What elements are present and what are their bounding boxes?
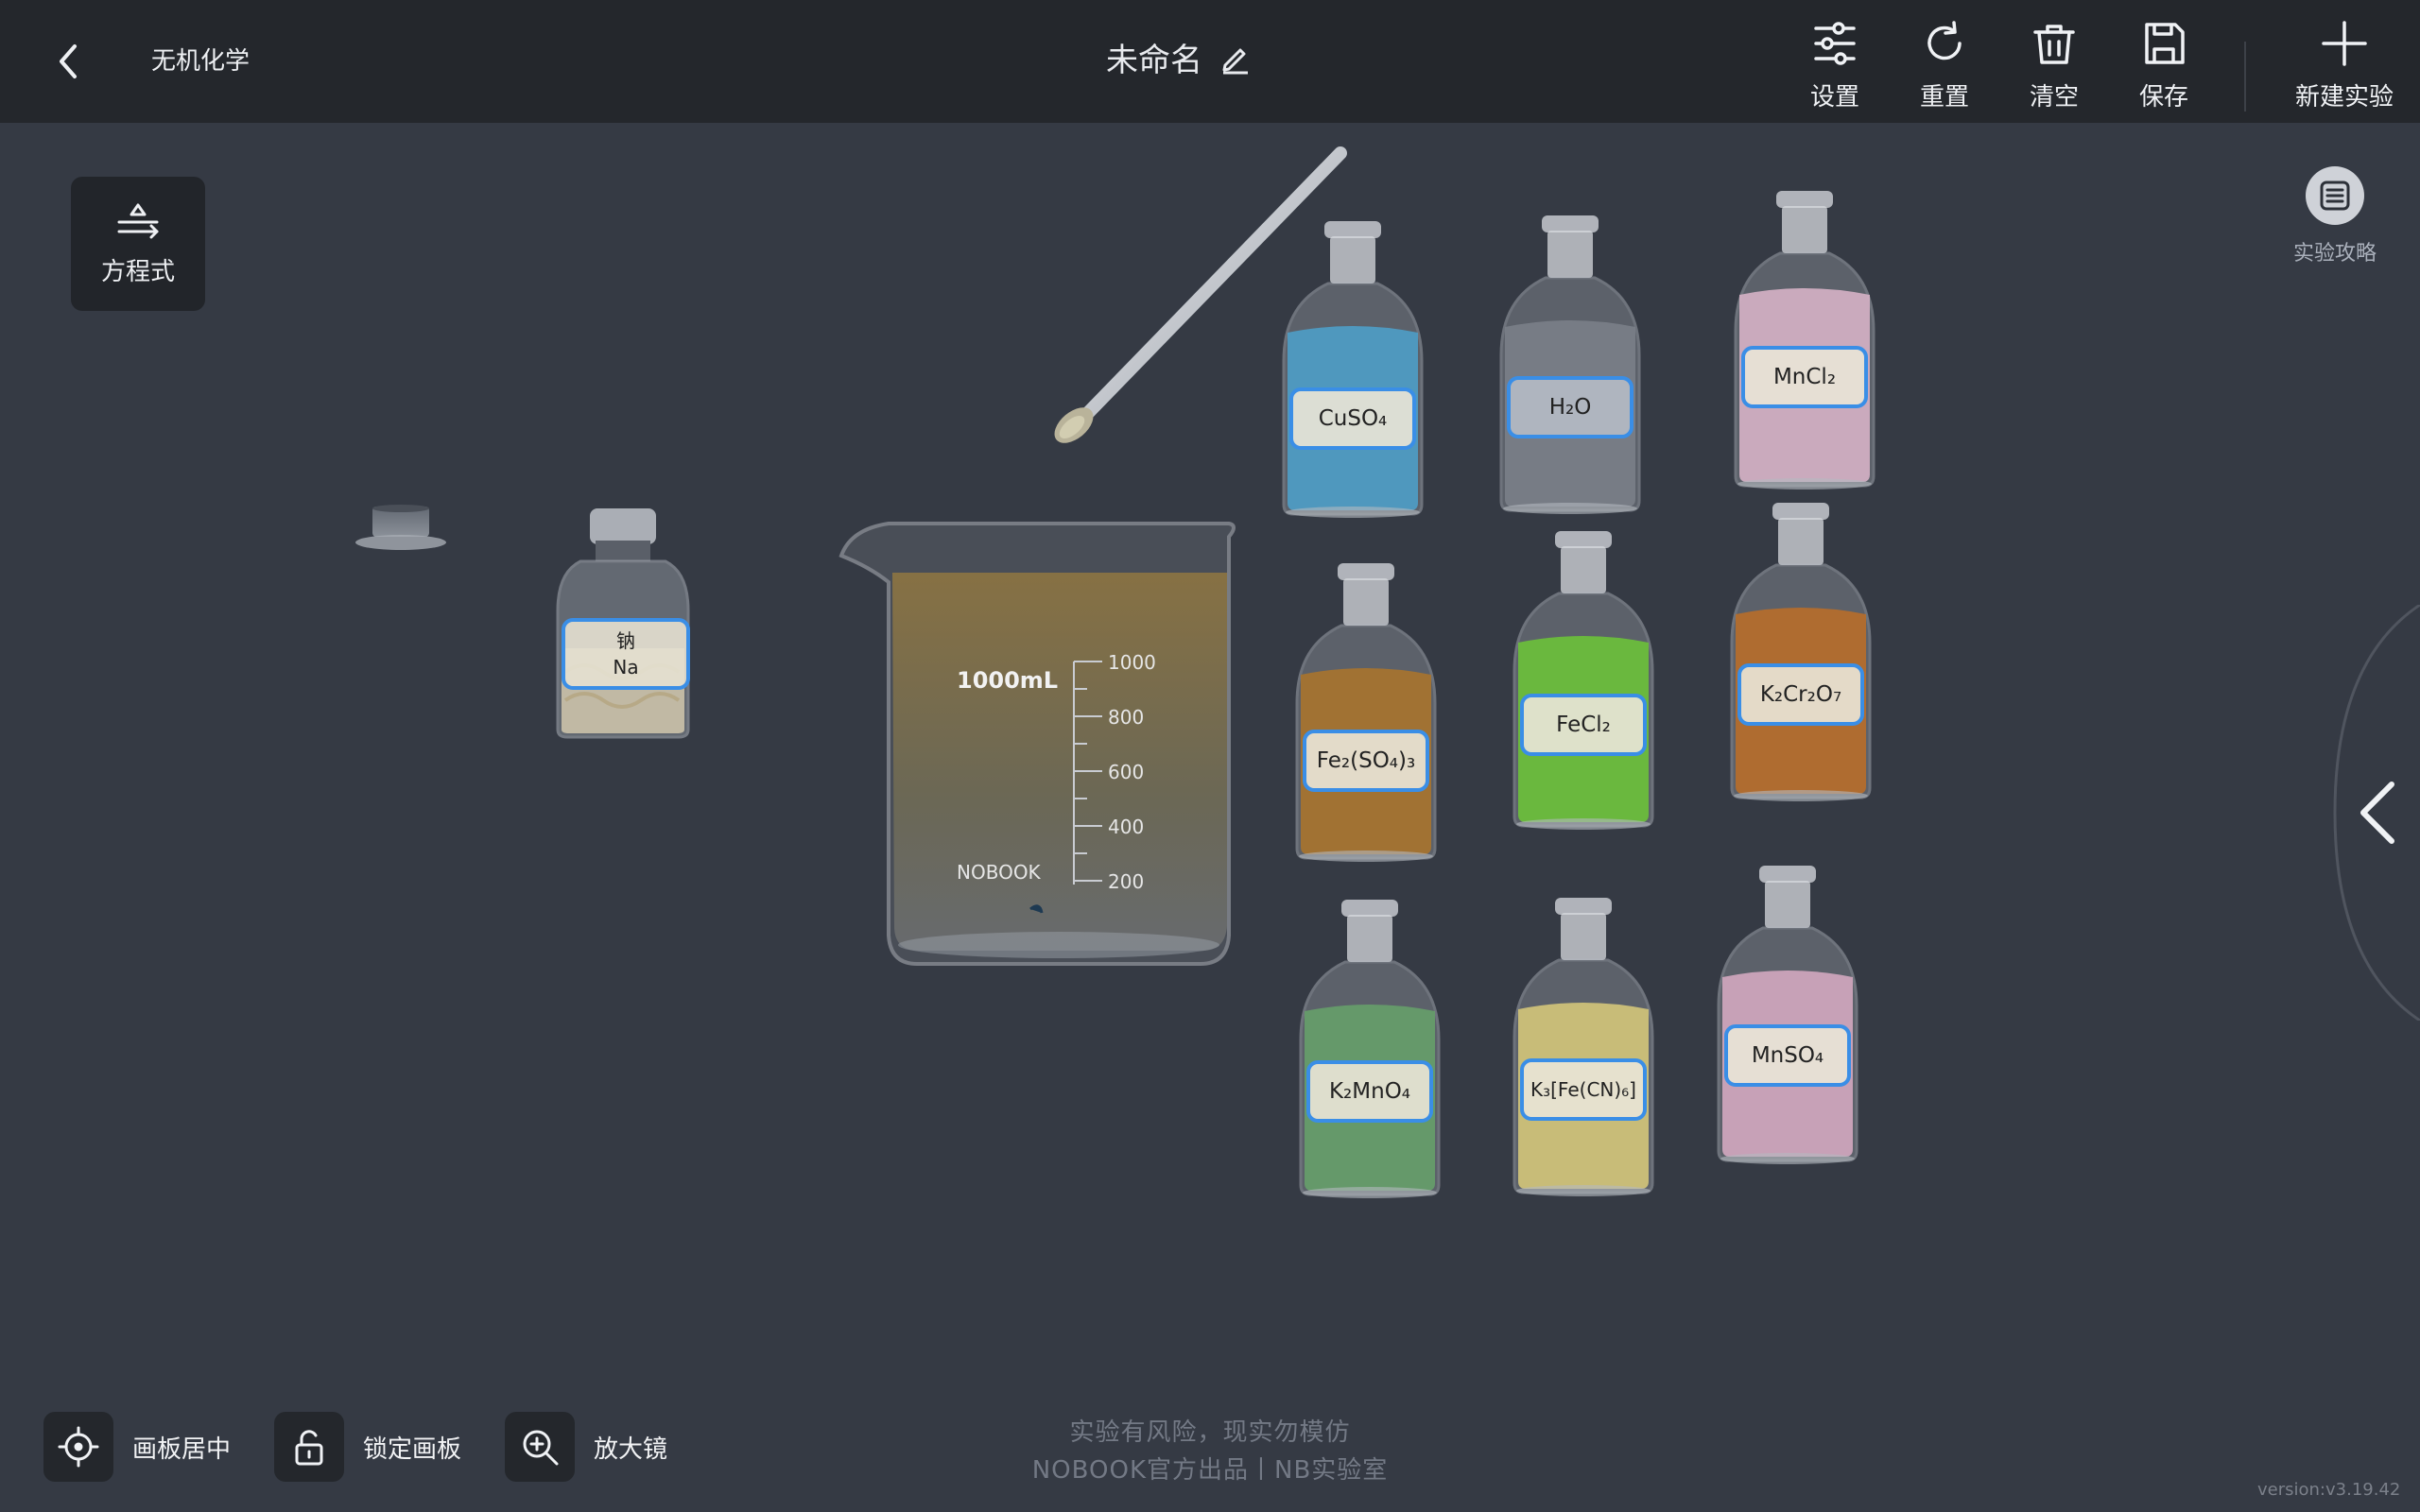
center-canvas-label: 画板居中 <box>132 1435 232 1464</box>
lock-canvas-label: 锁定画板 <box>363 1435 462 1464</box>
floppy-disk-icon <box>2145 23 2185 64</box>
water-bottle[interactable]: H₂O <box>1495 214 1645 514</box>
equation-button[interactable]: 方程式 <box>71 177 205 311</box>
magnifier-label: 放大镜 <box>594 1435 668 1464</box>
list-icon <box>2320 180 2350 211</box>
toolbar-divider <box>2244 42 2246 112</box>
document-title[interactable]: 未命名 <box>1106 34 1252 80</box>
equation-label: 方程式 <box>100 257 175 286</box>
k2mno4-bottle[interactable]: K₂MnO₄ <box>1295 898 1444 1198</box>
refresh-icon <box>1927 21 1962 60</box>
reset-button[interactable]: 重置 <box>1893 15 1996 113</box>
top-bar: 无机化学 未命名 设置 重置 清空 保存 新建实验 <box>0 0 2420 123</box>
plus-icon <box>2322 21 2367 66</box>
new-experiment-button[interactable]: 新建实验 <box>2288 15 2401 113</box>
back-button[interactable] <box>38 28 98 94</box>
chevron-left-icon <box>2360 782 2394 844</box>
beaker-tick-1000: 1000 <box>1108 651 1156 674</box>
guide-label: 实验攻略 <box>2292 242 2377 266</box>
footer-disclaimer: 实验有风险，现实勿模仿 NOBOOK官方出品丨NB实验室 <box>945 1414 1475 1489</box>
k3fecn6-bottle[interactable]: K₃[Fe(CN)₆] <box>1509 896 1658 1196</box>
guide-circle <box>2306 166 2364 225</box>
lock-canvas-button[interactable]: 锁定画板 <box>274 1412 461 1482</box>
equation-icon <box>117 203 159 238</box>
beaker-brand: NOBOOK <box>957 861 1042 884</box>
document-title-text: 未命名 <box>1106 42 1202 79</box>
settings-button[interactable]: 设置 <box>1783 15 1887 113</box>
beaker-tick-800: 800 <box>1108 706 1144 729</box>
experiment-guide-button[interactable]: 实验攻略 <box>2286 166 2384 270</box>
crosshair-icon <box>43 1412 113 1482</box>
mncl2-bottle[interactable]: MnCl₂ <box>1730 189 1879 490</box>
chevron-left-icon <box>60 44 77 78</box>
pencil-icon <box>1222 48 1248 74</box>
watch-glass[interactable] <box>352 501 450 558</box>
clear-label: 清空 <box>2029 83 2079 112</box>
beaker-1000ml[interactable]: 1000mL NOBOOK 1000 800 600 400 200 <box>832 501 1248 973</box>
equipment-drawer-handle[interactable] <box>2325 603 2420 1022</box>
clear-button[interactable]: 清空 <box>2002 15 2106 113</box>
zoom-in-icon <box>505 1412 575 1482</box>
magnifier-button[interactable]: 放大镜 <box>505 1412 667 1482</box>
fecl2-bottle[interactable]: FeCl₂ <box>1509 529 1658 830</box>
reset-label: 重置 <box>1919 83 1969 112</box>
unlock-icon <box>274 1412 344 1482</box>
save-label: 保存 <box>2138 83 2188 112</box>
footer-warning: 实验有风险，现实勿模仿 <box>1069 1418 1351 1447</box>
mnso4-bottle[interactable]: MnSO₄ <box>1713 864 1862 1164</box>
fe2so43-bottle[interactable]: Fe₂(SO₄)₃ <box>1291 561 1441 862</box>
trash-icon <box>2033 25 2075 64</box>
beaker-tick-400: 400 <box>1108 816 1144 838</box>
center-canvas-button[interactable]: 画板居中 <box>43 1412 231 1482</box>
sodium-bottle[interactable]: 钠 Na <box>554 507 692 739</box>
version-text: version:v3.19.42 <box>2257 1480 2401 1500</box>
beaker-capacity: 1000mL <box>957 667 1058 694</box>
save-button[interactable]: 保存 <box>2112 15 2216 113</box>
beaker-tick-200: 200 <box>1108 870 1144 893</box>
k2cr2o7-bottle[interactable]: K₂Cr₂O₇ <box>1726 501 1876 801</box>
sliders-icon <box>1814 22 1856 65</box>
cuso4-bottle[interactable]: CuSO₄ <box>1278 219 1427 518</box>
footer-credit: NOBOOK官方出品丨NB实验室 <box>1031 1456 1389 1485</box>
app-title: 无机化学 <box>151 47 251 76</box>
beaker-tick-600: 600 <box>1108 761 1144 783</box>
settings-label: 设置 <box>1809 83 1859 112</box>
new-experiment-label: 新建实验 <box>2294 83 2394 112</box>
